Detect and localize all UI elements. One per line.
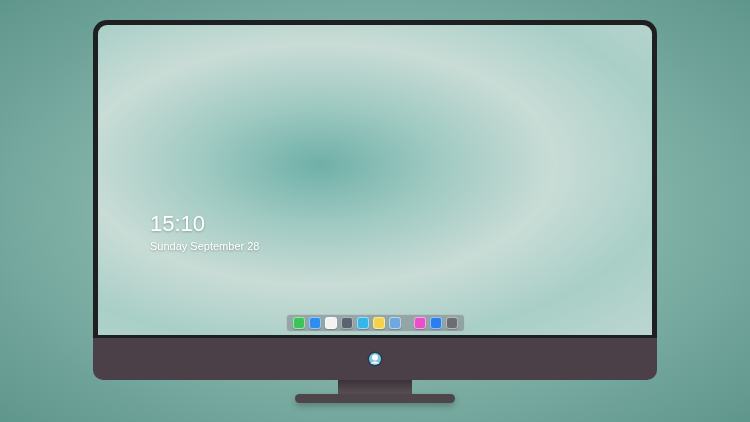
page: 15:10 Sunday September 28 [0, 0, 750, 422]
dock-app-icon[interactable] [309, 317, 321, 329]
monitor-stand-base [295, 394, 455, 403]
brand-logo-icon [367, 351, 383, 367]
dock [286, 314, 465, 332]
lock-screen-info: 15:10 Sunday September 28 [98, 25, 652, 253]
monitor: 15:10 Sunday September 28 [93, 20, 657, 403]
dock-app-icon[interactable] [373, 317, 385, 329]
monitor-bezel: 15:10 Sunday September 28 [93, 20, 657, 338]
clock-date: Sunday September 28 [150, 239, 652, 253]
dock-app-icon[interactable] [446, 317, 458, 329]
desktop-screen: 15:10 Sunday September 28 [98, 25, 652, 335]
dock-app-icon[interactable] [325, 317, 337, 329]
dock-app-icon[interactable] [430, 317, 442, 329]
monitor-stand-neck [338, 380, 412, 394]
dock-app-icon[interactable] [293, 317, 305, 329]
clock-time: 15:10 [150, 211, 652, 237]
dock-app-icon[interactable] [389, 317, 401, 329]
dock-app-icon[interactable] [414, 317, 426, 329]
dock-separator [407, 318, 408, 329]
dock-app-icon[interactable] [341, 317, 353, 329]
dock-app-icon[interactable] [357, 317, 369, 329]
monitor-chin [93, 338, 657, 380]
